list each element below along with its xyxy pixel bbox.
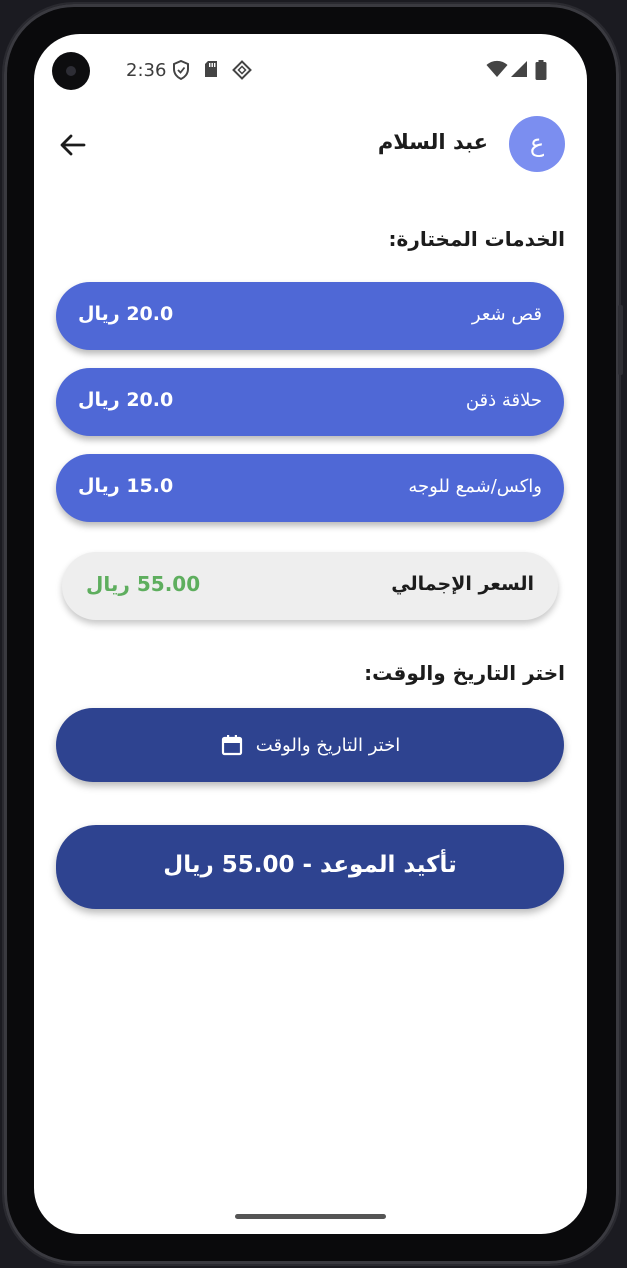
avatar: ع: [509, 116, 565, 172]
phone-side-button: [618, 305, 623, 375]
total-price-card: السعر الإجمالي 55.00 ريال: [62, 552, 558, 620]
service-price: 20.0 ريال: [78, 303, 174, 325]
nfc-icon: [232, 60, 252, 80]
service-name: حلاقة ذقن: [465, 390, 542, 411]
front-camera: [52, 52, 90, 90]
service-name: قص شعر: [471, 304, 542, 325]
pick-date-time-button[interactable]: اختر التاريخ والوقت: [56, 708, 564, 782]
pick-date-time-label: اختر التاريخ والوقت: [255, 734, 401, 756]
app-screen: 2:36 عبد السلام ع :الخدمات المختارة قص ش…: [34, 34, 587, 1234]
service-item-haircut: قص شعر 20.0 ريال: [56, 282, 564, 350]
total-value: 55.00 ريال: [86, 572, 201, 596]
service-price: 15.0 ريال: [78, 475, 174, 497]
service-item-beard-shave: حلاقة ذقن 20.0 ريال: [56, 368, 564, 436]
sd-card-icon: [205, 61, 217, 77]
cellular-signal-icon: [511, 61, 527, 77]
datetime-section-title: :اختر التاريخ والوقت: [364, 661, 565, 685]
service-price: 20.0 ريال: [78, 389, 174, 411]
service-item-face-wax: واكس/شمع للوجه 15.0 ريال: [56, 454, 564, 522]
shield-icon: [173, 60, 189, 80]
user-name: عبد السلام: [377, 130, 488, 154]
confirm-appointment-button[interactable]: تأكيد الموعد - 55.00 ريال: [56, 825, 564, 909]
services-section-title: :الخدمات المختارة: [388, 227, 565, 251]
status-bar: 2:36: [34, 34, 587, 108]
calendar-icon: [221, 735, 242, 756]
status-time: 2:36: [126, 60, 167, 81]
battery-icon: [535, 60, 547, 80]
total-label: السعر الإجمالي: [391, 573, 534, 595]
app-bar: عبد السلام ع: [34, 114, 587, 174]
confirm-appointment-label: تأكيد الموعد - 55.00 ريال: [163, 852, 457, 878]
back-arrow-icon[interactable]: [56, 128, 90, 162]
wifi-icon: [486, 60, 508, 77]
service-name: واكس/شمع للوجه: [408, 476, 542, 497]
home-indicator[interactable]: [235, 1214, 386, 1219]
